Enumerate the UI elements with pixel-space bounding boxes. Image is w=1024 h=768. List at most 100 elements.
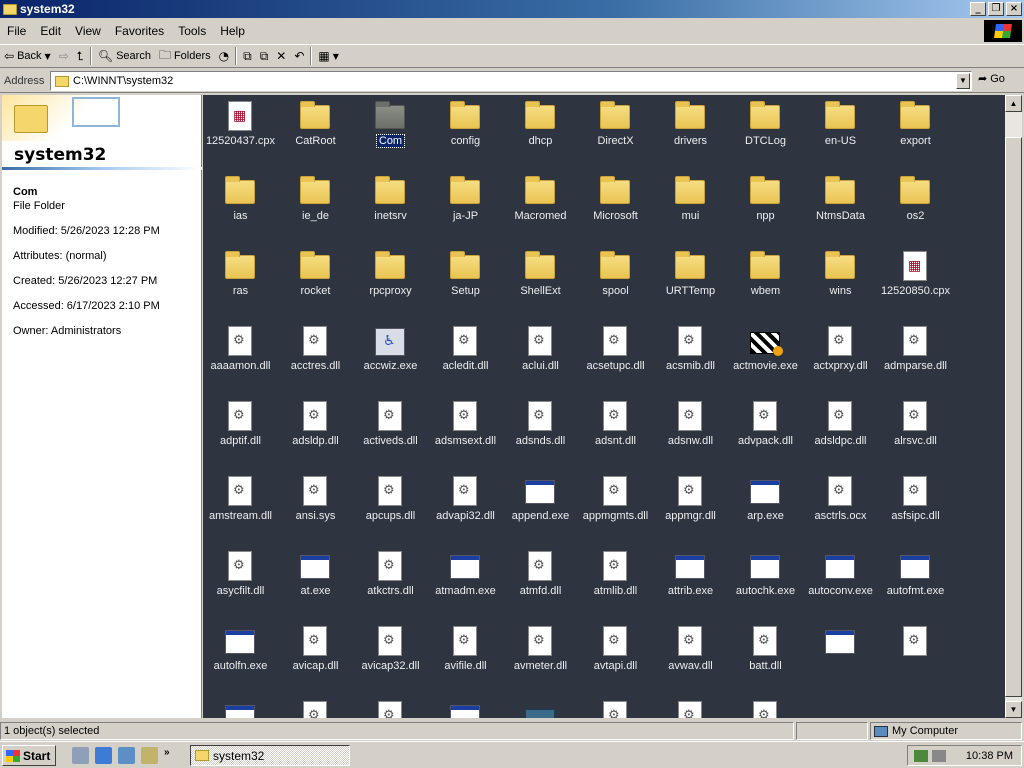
go-button[interactable]: ➦ Go bbox=[978, 72, 1005, 85]
file-item[interactable]: arp.exe bbox=[728, 472, 803, 547]
file-item[interactable]: npp bbox=[728, 172, 803, 247]
file-item[interactable]: Macromed bbox=[503, 172, 578, 247]
file-item[interactable]: avicap.dll bbox=[278, 622, 353, 697]
file-item[interactable]: en-US bbox=[803, 97, 878, 172]
title-bar[interactable]: system32 _ ❐ × bbox=[0, 0, 1024, 18]
file-item[interactable]: actmovie.exe bbox=[728, 322, 803, 397]
file-item[interactable]: actxprxy.dll bbox=[803, 322, 878, 397]
menu-tools[interactable]: Tools bbox=[171, 24, 213, 38]
file-item[interactable]: ias bbox=[203, 172, 278, 247]
file-item[interactable]: autoconv.exe bbox=[803, 547, 878, 622]
network-icon[interactable] bbox=[914, 749, 928, 762]
outlook-express-icon[interactable] bbox=[118, 747, 135, 764]
file-item[interactable]: autolfn.exe bbox=[203, 622, 278, 697]
file-item[interactable]: advapi32.dll bbox=[428, 472, 503, 547]
file-item[interactable]: adsldpc.dll bbox=[803, 397, 878, 472]
file-item[interactable]: export bbox=[878, 97, 953, 172]
close-button[interactable]: × bbox=[1006, 2, 1022, 16]
file-item[interactable]: adsnt.dll bbox=[578, 397, 653, 472]
file-item[interactable]: rocket bbox=[278, 247, 353, 322]
explorer-icon[interactable] bbox=[141, 747, 158, 764]
menu-view[interactable]: View bbox=[68, 24, 108, 38]
file-item[interactable]: atmadm.exe bbox=[428, 547, 503, 622]
forward-button[interactable]: ⇨ bbox=[55, 45, 73, 67]
scroll-thumb[interactable] bbox=[1005, 137, 1022, 697]
file-item[interactable]: apcups.dll bbox=[353, 472, 428, 547]
delete-button[interactable]: ✕ bbox=[272, 45, 290, 67]
scroll-down-button[interactable]: ▼ bbox=[1005, 701, 1022, 718]
menu-help[interactable]: Help bbox=[213, 24, 252, 38]
address-input[interactable]: C:\WINNT\system32 ▼ bbox=[50, 71, 972, 91]
menu-edit[interactable]: Edit bbox=[33, 24, 68, 38]
file-item[interactable]: atmlib.dll bbox=[578, 547, 653, 622]
file-item[interactable]: adptif.dll bbox=[203, 397, 278, 472]
file-item[interactable] bbox=[353, 697, 428, 718]
folders-button[interactable]: 🗀 Folders bbox=[155, 45, 215, 67]
file-item[interactable] bbox=[728, 697, 803, 718]
file-item[interactable]: admparse.dll bbox=[878, 322, 953, 397]
file-item[interactable]: 12520850.cpx bbox=[878, 247, 953, 322]
file-item[interactable]: mui bbox=[653, 172, 728, 247]
file-item[interactable] bbox=[428, 697, 503, 718]
file-item[interactable]: acctres.dll bbox=[278, 322, 353, 397]
file-item[interactable]: batt.dll bbox=[728, 622, 803, 697]
file-item[interactable]: URTTemp bbox=[653, 247, 728, 322]
file-item[interactable]: asfsipc.dll bbox=[878, 472, 953, 547]
file-item[interactable]: asctrls.ocx bbox=[803, 472, 878, 547]
file-item[interactable]: 12520437.cpx bbox=[203, 97, 278, 172]
file-item[interactable]: DirectX bbox=[578, 97, 653, 172]
file-item[interactable]: config bbox=[428, 97, 503, 172]
file-item[interactable]: amstream.dll bbox=[203, 472, 278, 547]
scroll-up-button[interactable]: ▲ bbox=[1005, 95, 1022, 112]
search-button[interactable]: 🔍︎ Search bbox=[94, 45, 155, 67]
show-desktop-icon[interactable] bbox=[72, 747, 89, 764]
file-item[interactable]: Setup bbox=[428, 247, 503, 322]
file-item[interactable]: atkctrs.dll bbox=[353, 547, 428, 622]
file-item[interactable]: autochk.exe bbox=[728, 547, 803, 622]
start-button[interactable]: Start bbox=[2, 745, 56, 766]
clock[interactable]: 10:38 PM bbox=[966, 750, 1013, 762]
file-item[interactable]: acsetupc.dll bbox=[578, 322, 653, 397]
file-item[interactable]: ShellExt bbox=[503, 247, 578, 322]
file-item[interactable]: rpcproxy bbox=[353, 247, 428, 322]
file-item[interactable]: autofmt.exe bbox=[878, 547, 953, 622]
taskbar-button-system32[interactable]: system32 bbox=[190, 745, 350, 766]
menu-file[interactable]: File bbox=[0, 24, 33, 38]
back-button[interactable]: ⇦ Back ▼ bbox=[0, 45, 55, 67]
file-item[interactable]: avwav.dll bbox=[653, 622, 728, 697]
volume-icon[interactable] bbox=[932, 749, 946, 762]
up-button[interactable]: ⮤ bbox=[73, 45, 88, 67]
vertical-scrollbar[interactable]: ▲ ▼ bbox=[1005, 95, 1022, 718]
file-item[interactable] bbox=[578, 697, 653, 718]
file-item[interactable]: adsnw.dll bbox=[653, 397, 728, 472]
file-item[interactable] bbox=[653, 697, 728, 718]
file-item[interactable]: acsmib.dll bbox=[653, 322, 728, 397]
file-item[interactable]: Com bbox=[353, 97, 428, 172]
file-list-view[interactable]: 12520437.cpx CatRoot Com config dhcp DirectX d… bbox=[203, 95, 1005, 718]
file-item[interactable]: NtmsData bbox=[803, 172, 878, 247]
menu-favorites[interactable]: Favorites bbox=[108, 24, 171, 38]
file-item[interactable]: drivers bbox=[653, 97, 728, 172]
file-item[interactable]: adsnds.dll bbox=[503, 397, 578, 472]
file-item[interactable]: atmfd.dll bbox=[503, 547, 578, 622]
file-item[interactable]: CatRoot bbox=[278, 97, 353, 172]
copy-to-button[interactable]: ⧉ bbox=[256, 45, 273, 67]
file-item[interactable] bbox=[803, 622, 878, 697]
file-item[interactable]: asycfilt.dll bbox=[203, 547, 278, 622]
file-item[interactable]: DTCLog bbox=[728, 97, 803, 172]
file-item[interactable]: spool bbox=[578, 247, 653, 322]
address-dropdown-icon[interactable]: ▼ bbox=[956, 73, 970, 89]
file-item[interactable] bbox=[203, 697, 278, 718]
move-to-button[interactable]: ⧉ bbox=[239, 45, 256, 67]
file-item[interactable]: avtapi.dll bbox=[578, 622, 653, 697]
file-item[interactable]: activeds.dll bbox=[353, 397, 428, 472]
file-item[interactable] bbox=[278, 697, 353, 718]
file-item[interactable]: attrib.exe bbox=[653, 547, 728, 622]
file-item[interactable]: accwiz.exe bbox=[353, 322, 428, 397]
file-item[interactable]: wbem bbox=[728, 247, 803, 322]
file-item[interactable]: ja-JP bbox=[428, 172, 503, 247]
file-item[interactable]: os2 bbox=[878, 172, 953, 247]
file-item[interactable]: advpack.dll bbox=[728, 397, 803, 472]
file-item[interactable]: avifile.dll bbox=[428, 622, 503, 697]
file-item[interactable]: append.exe bbox=[503, 472, 578, 547]
